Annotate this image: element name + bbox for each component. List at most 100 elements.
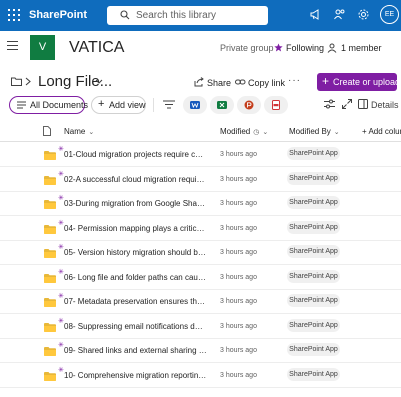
column-name[interactable]: Name ⌄ <box>64 127 94 136</box>
new-item-icon: ✳ <box>58 219 64 227</box>
filter-icon[interactable] <box>163 100 175 109</box>
megaphone-icon[interactable] <box>309 8 322 21</box>
info-icon <box>358 99 368 109</box>
person-icon <box>327 43 337 53</box>
folder-icon <box>44 273 56 283</box>
add-view-button[interactable]: + Add view <box>91 96 146 114</box>
word-filter-button[interactable] <box>183 96 207 114</box>
table-row[interactable]: ✳ 03-During migration from Google Shared … <box>0 192 401 216</box>
more-options-button[interactable]: ··· <box>288 75 301 86</box>
modified-time: 3 hours ago <box>220 322 257 330</box>
new-item-icon: ✳ <box>58 342 64 349</box>
follow-label: Following <box>286 43 325 53</box>
suite-bar: SharePoint Search this library EE <box>0 0 401 31</box>
settings-icon[interactable] <box>357 8 370 21</box>
new-item-icon: ✳ <box>58 146 64 153</box>
details-label: Details <box>371 100 399 110</box>
new-item-icon: ✳ <box>58 170 64 178</box>
search-box[interactable]: Search this library <box>107 6 268 25</box>
app-name[interactable]: SharePoint <box>29 9 87 21</box>
create-or-upload-button[interactable]: + Create or upload <box>317 73 397 91</box>
add-column-button[interactable]: + Add column <box>362 127 401 136</box>
people-icon[interactable] <box>333 8 346 21</box>
table-row[interactable]: ✳ 10- Comprehensive migration reporting, … <box>0 364 401 388</box>
table-row[interactable]: ✳ 08- Suppressing email notifications dur… <box>0 315 401 339</box>
modified-by-badge[interactable]: SharePoint App <box>287 318 340 332</box>
folder-icon <box>44 200 56 209</box>
expand-icon[interactable] <box>342 99 352 109</box>
file-name[interactable]: 01-Cloud migration projects require care… <box>64 150 207 159</box>
file-name[interactable]: 06- Long file and folder paths can cause… <box>64 273 207 282</box>
modified-time: 3 hours ago <box>220 371 257 379</box>
table-row[interactable]: ✳ 01-Cloud migration projects require car… <box>0 143 401 167</box>
modified-by-badge[interactable]: SharePoint App <box>287 367 340 381</box>
modified-by-badge[interactable]: SharePoint App <box>287 196 340 209</box>
table-row[interactable]: ✳ 02-A successful cloud migration require… <box>0 168 401 192</box>
modified-by-badge[interactable]: SharePoint App <box>287 269 340 283</box>
file-name[interactable]: 04- Permission mapping plays a critical … <box>64 224 207 233</box>
table-row[interactable]: ✳ 09- Shared links and external sharing c… <box>0 339 401 363</box>
modified-by-badge[interactable]: SharePoint App <box>287 245 340 258</box>
plus-icon: + <box>98 98 105 110</box>
new-item-icon: ✳ <box>58 195 64 202</box>
pdf-filter-button[interactable] <box>264 96 288 114</box>
navigation-menu-icon[interactable] <box>7 41 18 50</box>
modified-by-badge[interactable]: SharePoint App <box>287 171 340 185</box>
file-name[interactable]: 05- Version history migration should be … <box>64 248 207 257</box>
file-type-icon[interactable] <box>43 126 51 136</box>
column-modified[interactable]: Modified ◷ ⌄ <box>220 127 268 136</box>
modified-by-badge[interactable]: SharePoint App <box>287 294 340 307</box>
file-name[interactable]: 07- Metadata preservation ensures that o… <box>64 297 207 306</box>
word-icon <box>190 101 200 109</box>
column-modified-label: Modified <box>220 127 251 136</box>
new-item-icon: ✳ <box>58 293 64 300</box>
new-item-icon: ✳ <box>58 244 64 251</box>
table-row[interactable]: ✳ 04- Permission mapping plays a critical… <box>0 217 401 241</box>
chevron-right-icon <box>25 77 31 86</box>
powerpoint-icon <box>244 100 254 110</box>
modified-time: 3 hours ago <box>220 224 257 232</box>
add-view-label: Add view <box>109 100 146 110</box>
file-name[interactable]: 10- Comprehensive migration reporting, i… <box>64 371 207 380</box>
excel-filter-button[interactable] <box>210 96 234 114</box>
folder-icon <box>44 298 56 307</box>
view-selector[interactable]: All Documents <box>9 96 88 114</box>
waffle-icon[interactable] <box>8 9 20 21</box>
powerpoint-filter-button[interactable] <box>237 96 261 114</box>
folder-icon <box>44 371 56 381</box>
site-logo[interactable]: V <box>30 35 55 60</box>
modified-by-badge[interactable]: SharePoint App <box>287 147 340 160</box>
modified-by-badge[interactable]: SharePoint App <box>287 343 340 356</box>
site-title[interactable]: VATICA <box>69 39 124 57</box>
search-icon <box>120 10 130 20</box>
link-icon <box>235 79 246 85</box>
file-name[interactable]: 03-During migration from Google Shared D… <box>64 199 207 208</box>
star-icon <box>274 43 283 52</box>
modified-time: 3 hours ago <box>220 200 257 207</box>
column-modified-by-label: Modified By <box>289 127 331 136</box>
share-label: Share <box>207 78 232 88</box>
modified-by-badge[interactable]: SharePoint App <box>287 220 340 234</box>
table-row[interactable]: ✳ 06- Long file and folder paths can caus… <box>0 266 401 290</box>
create-label: Create or upload <box>333 77 397 87</box>
avatar[interactable]: EE <box>380 5 399 24</box>
members-label: 1 member <box>341 43 382 53</box>
file-name[interactable]: 09- Shared links and external sharing co… <box>64 346 207 355</box>
modified-time: 3 hours ago <box>220 175 257 183</box>
list-view-icon <box>17 101 26 109</box>
sort-icon[interactable] <box>324 99 335 109</box>
folder-icon <box>44 151 56 160</box>
table-row[interactable]: ✳ 05- Version history migration should be… <box>0 241 401 265</box>
file-name[interactable]: 08- Suppressing email notifications duri… <box>64 322 207 331</box>
search-input[interactable]: Search this library <box>136 10 216 21</box>
chevron-down-icon: ⌄ <box>88 129 95 136</box>
chevron-down-icon: ⌄ <box>333 129 340 136</box>
folder-icon <box>44 224 56 234</box>
plus-icon: + <box>322 74 330 88</box>
table-row[interactable]: ✳ 07- Metadata preservation ensures that … <box>0 290 401 314</box>
folder-icon <box>11 77 22 86</box>
file-name[interactable]: 02-A successful cloud migration requires… <box>64 175 207 184</box>
column-modified-by[interactable]: Modified By ⌄ <box>289 127 340 136</box>
modified-time: 3 hours ago <box>220 249 257 256</box>
chevron-down-icon[interactable] <box>95 79 103 84</box>
